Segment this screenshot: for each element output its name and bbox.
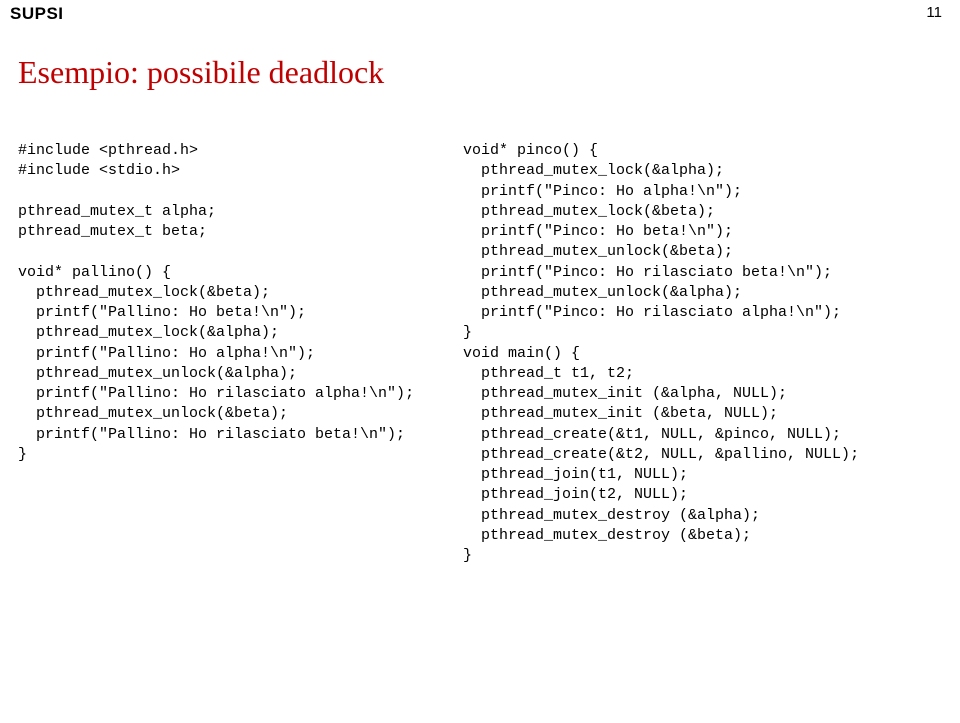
page-number: 11 [926, 4, 942, 21]
brand-logo: SUPSI [10, 4, 64, 24]
code-area: #include <pthread.h> #include <stdio.h> … [0, 141, 960, 566]
slide-header: SUPSI 11 [0, 0, 960, 24]
slide-title: Esempio: possibile deadlock [18, 54, 960, 91]
code-right-column: void* pinco() { pthread_mutex_lock(&alph… [463, 141, 952, 566]
code-left-column: #include <pthread.h> #include <stdio.h> … [18, 141, 463, 566]
